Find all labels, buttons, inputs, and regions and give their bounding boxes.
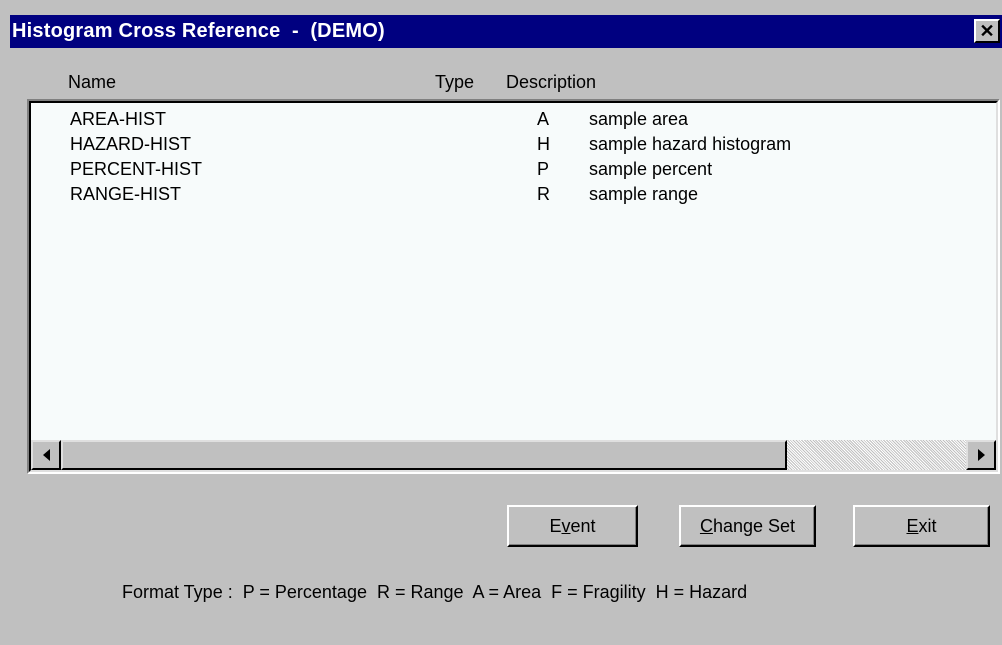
list-item[interactable]: HAZARD-HIST H sample hazard histogram <box>31 132 996 157</box>
list-item[interactable]: RANGE-HIST R sample range <box>31 182 996 207</box>
item-name: RANGE-HIST <box>70 184 182 204</box>
item-description: sample range <box>589 184 699 204</box>
change-set-button[interactable]: Change Set <box>679 505 816 547</box>
scrollbar-thumb[interactable] <box>61 440 787 470</box>
event-label-part: E <box>549 515 562 536</box>
item-description: sample area <box>589 109 689 129</box>
exit-button[interactable]: Exit <box>853 505 990 547</box>
title-bar: Histogram Cross Reference - (DEMO) ✕ <box>10 15 1002 48</box>
list-item[interactable]: PERCENT-HIST P sample percent <box>31 157 996 182</box>
scroll-right-button[interactable] <box>966 440 996 470</box>
histogram-cross-reference-window: Histogram Cross Reference - (DEMO) ✕ Nam… <box>10 0 1002 645</box>
event-label-part: ent <box>570 515 596 536</box>
event-mnemonic: v <box>561 515 571 536</box>
scroll-left-button[interactable] <box>31 440 61 470</box>
exit-mnemonic: E <box>906 515 919 536</box>
item-name: HAZARD-HIST <box>70 134 191 154</box>
format-type-legend: Format Type : P = Percentage R = Range A… <box>122 582 748 602</box>
window-title: Histogram Cross Reference - (DEMO) <box>12 20 385 42</box>
item-type: A <box>537 109 550 129</box>
item-type: R <box>537 184 550 204</box>
item-type: H <box>537 134 550 154</box>
item-description: sample percent <box>589 159 713 179</box>
scrollbar-track[interactable] <box>787 440 966 470</box>
arrow-left-icon <box>42 449 50 461</box>
column-header-type[interactable]: Type <box>435 72 474 93</box>
item-name: AREA-HIST <box>70 109 167 129</box>
item-name: PERCENT-HIST <box>70 159 203 179</box>
list-item[interactable]: AREA-HIST A sample area <box>31 107 996 132</box>
exit-label-part: xit <box>918 515 937 536</box>
horizontal-scrollbar[interactable] <box>31 440 996 470</box>
change-set-mnemonic: C <box>699 515 713 536</box>
item-description: sample hazard histogram <box>589 134 792 154</box>
column-header-description[interactable]: Description <box>506 72 596 93</box>
item-type: P <box>537 159 550 179</box>
column-header-name[interactable]: Name <box>68 72 116 93</box>
change-set-label-part: hange Set <box>712 515 796 536</box>
close-icon: ✕ <box>979 21 995 41</box>
histogram-list[interactable]: AREA-HIST A sample area HAZARD-HIST H sa… <box>27 99 1000 474</box>
event-button[interactable]: Ev ent <box>507 505 638 547</box>
list-rows: AREA-HIST A sample area HAZARD-HIST H sa… <box>31 107 996 207</box>
close-button[interactable]: ✕ <box>974 19 1000 43</box>
arrow-right-icon <box>977 449 985 461</box>
